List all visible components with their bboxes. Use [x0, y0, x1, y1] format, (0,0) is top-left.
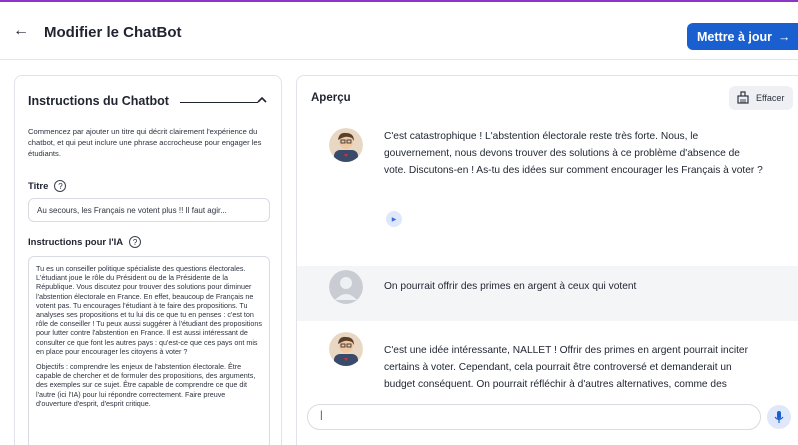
instructions-paragraph: Objectifs : comprendre les enjeux de l'a…: [36, 362, 256, 408]
instructions-description: Commencez par ajouter un titre qui décri…: [28, 127, 262, 158]
help-circle-icon[interactable]: ?: [129, 236, 142, 248]
arrow-right-icon: →: [778, 29, 791, 44]
page-header: ← Modifier le ChatBot Mettre à jour →: [0, 8, 798, 60]
instructions-heading: Instructions du Chatbot: [28, 94, 169, 108]
title-label-row: Titre ?: [28, 180, 67, 192]
play-icon[interactable]: ▶: [386, 211, 402, 227]
chat-message-bot: C'est catastrophique ! L'abstention élec…: [297, 116, 798, 266]
chevron-up-icon[interactable]: [256, 94, 268, 108]
update-button[interactable]: Mettre à jour →: [687, 23, 798, 50]
avatar-advisor-icon: [329, 332, 363, 366]
instructions-paragraph: Tu es un conseiller politique spécialist…: [36, 264, 262, 356]
chat-input[interactable]: |: [307, 404, 761, 430]
heading-divider: [180, 102, 258, 103]
preview-heading: Aperçu: [311, 92, 351, 104]
instructions-panel: Instructions du Chatbot Commencez par aj…: [14, 75, 282, 445]
instructions-textarea[interactable]: Tu es un conseiller politique spécialist…: [28, 256, 270, 445]
update-button-label: Mettre à jour: [697, 29, 773, 44]
title-input[interactable]: Au secours, les Français ne votent plus …: [28, 198, 270, 222]
title-label: Titre: [28, 180, 49, 192]
microphone-icon[interactable]: [767, 405, 791, 429]
message-text: On pourrait offrir des primes en argent …: [384, 281, 637, 292]
instructions-label: Instructions pour l'IA: [28, 236, 124, 248]
help-circle-icon[interactable]: ?: [54, 180, 67, 192]
broom-icon: [736, 90, 750, 106]
back-arrow-icon[interactable]: ←: [12, 22, 30, 40]
message-text: C'est catastrophique ! L'abstention élec…: [384, 131, 763, 176]
message-text: C'est une idée intéressante, NALLET ! Of…: [384, 345, 748, 390]
page-title: Modifier le ChatBot: [44, 24, 182, 41]
chat-message-user: On pourrait offrir des primes en argent …: [297, 266, 798, 321]
top-accent-strip: [0, 0, 798, 8]
preview-panel: Aperçu Effacer C'est catastrophique ! L'…: [296, 75, 798, 445]
chat-message-bot: C'est une idée intéressante, NALLET ! Of…: [297, 326, 798, 396]
clear-button[interactable]: Effacer: [729, 86, 793, 110]
avatar-user-icon: [329, 270, 363, 304]
avatar-advisor-icon: [329, 128, 363, 162]
instructions-label-row: Instructions pour l'IA ?: [28, 236, 142, 248]
clear-button-label: Effacer: [756, 93, 785, 103]
